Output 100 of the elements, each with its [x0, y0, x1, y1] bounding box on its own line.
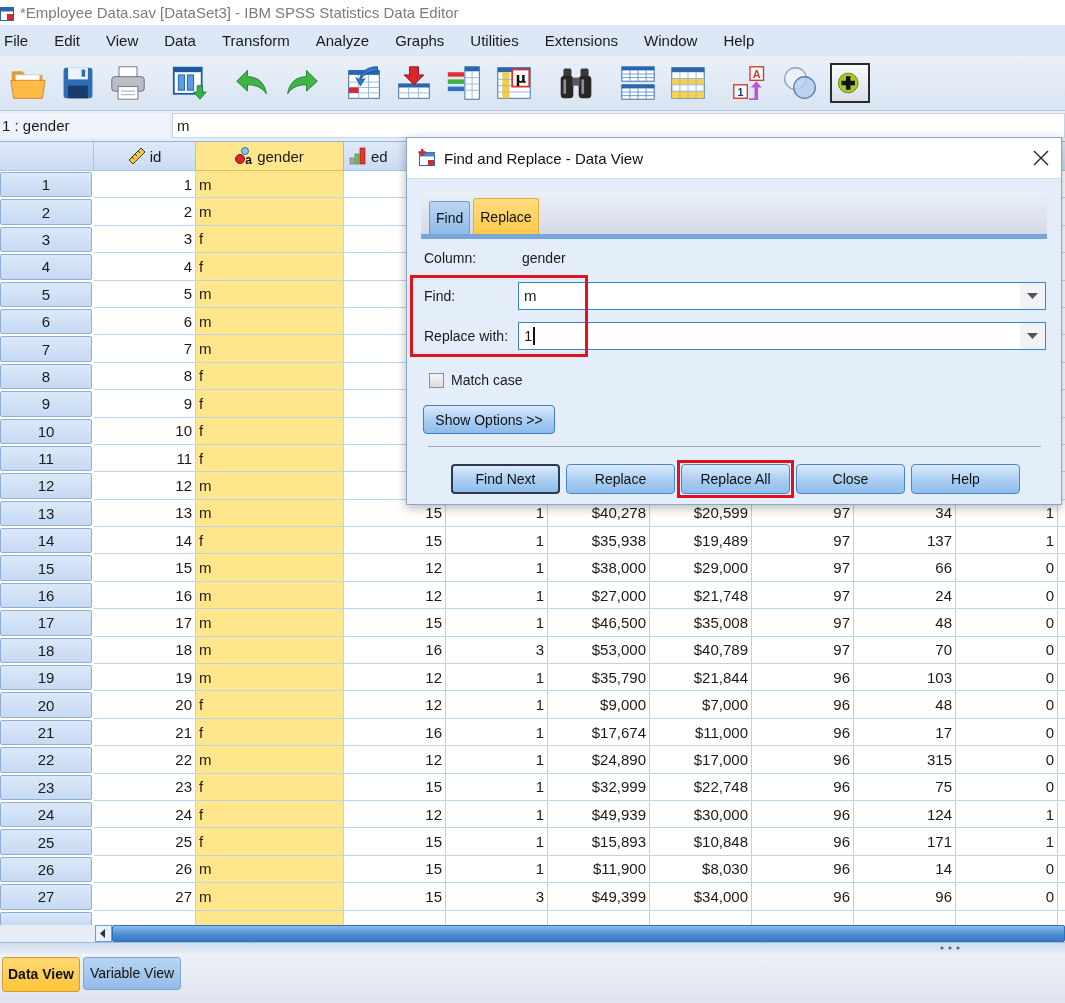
menu-item[interactable]: Analyze	[311, 30, 374, 51]
row-number[interactable]: 26	[0, 856, 92, 883]
row-number[interactable]: 24	[0, 802, 92, 828]
plus-icon[interactable]	[830, 63, 870, 103]
tab[interactable]: Replace	[473, 198, 539, 234]
table-cell: 10	[94, 417, 196, 445]
row-number[interactable]: 1	[0, 172, 92, 198]
table-cell: 103	[854, 664, 956, 692]
row-number[interactable]: 18	[0, 637, 92, 664]
row-number[interactable]: 20	[0, 692, 92, 718]
table-cell: 15	[344, 773, 446, 801]
table-cell: 1	[446, 581, 548, 610]
scroll-left-icon[interactable]	[95, 924, 112, 942]
menu-item[interactable]: Extensions	[540, 30, 623, 51]
column-value: gender	[522, 250, 566, 266]
row-number[interactable]: 13	[0, 500, 92, 527]
close-icon[interactable]	[1033, 150, 1049, 166]
grip-icon[interactable]	[940, 945, 960, 950]
table-cell: 1	[446, 746, 548, 774]
menu-item[interactable]: Graphs	[391, 30, 449, 51]
row-number[interactable]: 15	[0, 555, 92, 581]
menu-item[interactable]: View	[102, 30, 143, 51]
menu-item[interactable]: Transform	[217, 30, 294, 51]
cell-reference: 1 : gender	[0, 113, 170, 138]
row-number[interactable]: 19	[0, 665, 92, 691]
column-header[interactable]: id	[94, 142, 196, 171]
column-header[interactable]: a gender	[196, 142, 344, 171]
show-options-button[interactable]: Show Options >>	[423, 405, 555, 434]
menu-item[interactable]: File	[0, 30, 33, 51]
row-number[interactable]: 4	[0, 254, 92, 280]
row-number[interactable]: 6	[0, 308, 92, 335]
find-next-button[interactable]: Find Next	[451, 464, 560, 494]
row-number[interactable]: 8	[0, 363, 92, 390]
menu-item[interactable]: Data	[160, 30, 200, 51]
bar-chart-icon	[349, 147, 367, 165]
row-number[interactable]: 9	[0, 391, 92, 417]
cell-value-field[interactable]: m	[172, 113, 1065, 138]
table-cell: m	[196, 280, 344, 308]
row-number[interactable]: 22	[0, 747, 92, 773]
table-cell: 14	[854, 855, 956, 884]
menu-item[interactable]: Help	[719, 30, 759, 51]
table-cell: 6	[94, 307, 196, 336]
split-table-icon[interactable]	[618, 63, 658, 103]
view-tab[interactable]: Data View	[2, 956, 80, 992]
ruler-icon	[127, 147, 146, 165]
table-cell: $10,848	[650, 828, 752, 856]
table-cell: $29,000	[650, 554, 752, 582]
table-cell: $8,030	[650, 855, 752, 884]
table-cell: 48	[854, 609, 956, 637]
tab[interactable]: Find	[429, 201, 471, 234]
menu-item[interactable]: Utilities	[466, 30, 523, 51]
row-number[interactable]: 2	[0, 199, 92, 225]
table-cell: f	[196, 362, 344, 391]
table-cell: 96	[752, 718, 854, 747]
table-cell: 97	[752, 609, 854, 637]
table-cell: $35,790	[548, 664, 650, 692]
row-number[interactable]: 5	[0, 281, 92, 307]
table-cell: m	[196, 472, 344, 500]
dropdown-caret-icon[interactable]	[1027, 333, 1038, 339]
table-cell: 23	[94, 773, 196, 801]
row-number[interactable]: 16	[0, 582, 92, 609]
printer-icon[interactable]	[108, 63, 148, 103]
row-number[interactable]: 12	[0, 473, 92, 499]
table-cell: 1	[446, 527, 548, 555]
table-cell: 15	[344, 527, 446, 555]
row-number[interactable]: 23	[0, 774, 92, 800]
row-number[interactable]: 21	[0, 719, 92, 746]
combo-field[interactable]: 1	[518, 322, 1046, 350]
table-cell: 96	[752, 746, 854, 774]
row-number[interactable]: 17	[0, 610, 92, 636]
checkbox[interactable]	[429, 372, 444, 388]
table-cell: 3	[446, 883, 548, 911]
table-cell: 96	[752, 855, 854, 884]
table-cell: 0	[956, 855, 1058, 884]
table-cell: 1	[446, 664, 548, 692]
menu-item[interactable]: Edit	[50, 30, 85, 51]
table-cell: 14	[94, 527, 196, 555]
table-cell: 12	[94, 472, 196, 500]
row-number[interactable]: 10	[0, 418, 92, 444]
close-button[interactable]: Close	[796, 464, 905, 494]
row-number[interactable]: 25	[0, 829, 92, 855]
replace-all-button[interactable]: Replace All	[681, 464, 790, 494]
table-cell: f	[196, 527, 344, 555]
row-number[interactable]: 7	[0, 336, 92, 362]
row-number[interactable]: 27	[0, 884, 92, 910]
row-number[interactable]: 11	[0, 445, 92, 472]
table-cell: $46,500	[548, 609, 650, 637]
table-cell: 1	[956, 828, 1058, 856]
replace-button[interactable]: Replace	[566, 464, 675, 494]
help-button[interactable]: Help	[911, 464, 1020, 494]
view-tab[interactable]: Variable View	[82, 956, 182, 990]
combo-field[interactable]: m	[518, 282, 1046, 310]
table-cell: 16	[344, 718, 446, 747]
table-cell: $24,890	[548, 746, 650, 774]
dropdown-caret-icon[interactable]	[1027, 293, 1038, 299]
table-cell: 96	[752, 691, 854, 719]
menu-item[interactable]: Window	[640, 30, 702, 51]
row-number[interactable]: 14	[0, 528, 92, 554]
table-cell: $11,900	[548, 855, 650, 884]
row-number[interactable]: 3	[0, 226, 92, 253]
